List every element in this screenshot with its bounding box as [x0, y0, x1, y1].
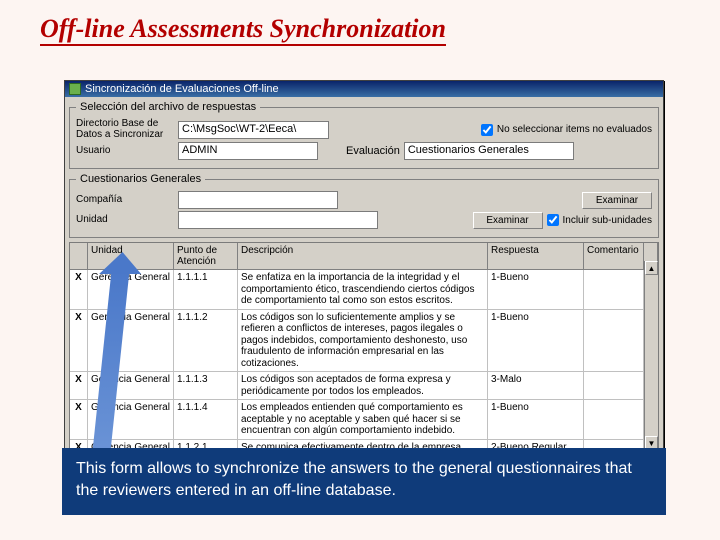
table-row[interactable]: XGerencia General1.1.1.3Los códigos son …: [70, 372, 658, 400]
col-com[interactable]: Comentario: [584, 243, 644, 269]
eval-input[interactable]: Cuestionarios Generales: [404, 142, 574, 160]
grid-header: Unidad Punto de Atención Descripción Res…: [70, 243, 658, 270]
table-row[interactable]: XGerencia General1.1.1.2Los códigos son …: [70, 310, 658, 373]
unit-input[interactable]: [178, 211, 378, 229]
org-legend: Cuestionarios Generales: [76, 173, 205, 185]
cell-resp: 1-Bueno: [488, 310, 584, 372]
examinar-company-button[interactable]: Examinar: [582, 192, 652, 209]
cell-com: [584, 270, 644, 309]
no-eval-checkbox[interactable]: No seleccionar items no evaluados: [481, 124, 652, 136]
cell-unidad: Gerencia General: [88, 270, 174, 309]
user-input[interactable]: ADMIN: [178, 142, 318, 160]
window-title: Sincronización de Evaluaciones Off-line: [85, 83, 279, 95]
results-grid[interactable]: Unidad Punto de Atención Descripción Res…: [69, 242, 659, 451]
cell-desc: Los empleados entienden qué comportamien…: [238, 400, 488, 439]
cell-punto: 1.1.1.2: [174, 310, 238, 372]
cell-mark[interactable]: X: [70, 372, 88, 399]
cell-punto: 1.1.1.3: [174, 372, 238, 399]
subunits-check-label: Incluir sub-unidades: [563, 215, 653, 226]
no-eval-check-label: No seleccionar items no evaluados: [497, 124, 652, 135]
grid-scrollbar[interactable]: ▲ ▼: [644, 261, 658, 450]
scroll-up-icon[interactable]: ▲: [645, 261, 658, 275]
col-mark[interactable]: [70, 243, 88, 269]
cell-mark[interactable]: X: [70, 270, 88, 309]
cell-com: [584, 400, 644, 439]
file-selection-legend: Selección del archivo de respuestas: [76, 101, 260, 113]
user-label: Usuario: [76, 146, 174, 157]
cell-mark[interactable]: X: [70, 400, 88, 439]
cell-desc: Se enfatiza en la importancia de la inte…: [238, 270, 488, 309]
cell-resp: 1-Bueno: [488, 400, 584, 439]
cell-resp: 3-Malo: [488, 372, 584, 399]
cell-desc: Los códigos son lo suficientemente ampli…: [238, 310, 488, 372]
app-window: Sincronización de Evaluaciones Off-line …: [64, 80, 664, 506]
app-icon: [69, 83, 81, 95]
col-desc[interactable]: Descripción: [238, 243, 488, 269]
cell-desc: Los códigos son aceptados de forma expre…: [238, 372, 488, 399]
cell-com: [584, 372, 644, 399]
col-resp[interactable]: Respuesta: [488, 243, 584, 269]
eval-label: Evaluación: [346, 145, 400, 157]
grid-body[interactable]: XGerencia General1.1.1.1Se enfatiza en l…: [70, 270, 658, 450]
company-label: Compañía: [76, 195, 174, 206]
cell-mark[interactable]: X: [70, 310, 88, 372]
org-group: Cuestionarios Generales Compañía Examina…: [69, 173, 659, 238]
table-row[interactable]: XGerencia General1.1.1.4Los empleados en…: [70, 400, 658, 440]
file-selection-group: Selección del archivo de respuestas Dire…: [69, 101, 659, 169]
subunits-checkbox[interactable]: Incluir sub-unidades: [547, 214, 653, 226]
table-row[interactable]: XGerencia General1.1.1.1Se enfatiza en l…: [70, 270, 658, 310]
subunits-check-input[interactable]: [547, 214, 559, 226]
unit-label: Unidad: [76, 215, 174, 226]
window-titlebar[interactable]: Sincronización de Evaluaciones Off-line: [65, 81, 663, 97]
company-input[interactable]: [178, 191, 338, 209]
caption-box: This form allows to synchronize the answ…: [62, 448, 666, 515]
page-title: Off-line Assessments Synchronization: [0, 0, 720, 44]
col-punto[interactable]: Punto de Atención: [174, 243, 238, 269]
examinar-unit-button[interactable]: Examinar: [473, 212, 543, 229]
dir-input[interactable]: C:\MsgSoc\WT-2\Eeca\: [178, 121, 329, 139]
cell-com: [584, 310, 644, 372]
no-eval-check-input[interactable]: [481, 124, 493, 136]
cell-punto: 1.1.1.4: [174, 400, 238, 439]
dir-label: Directorio Base de Datos a Sincronizar: [76, 119, 174, 140]
cell-resp: 1-Bueno: [488, 270, 584, 309]
cell-punto: 1.1.1.1: [174, 270, 238, 309]
